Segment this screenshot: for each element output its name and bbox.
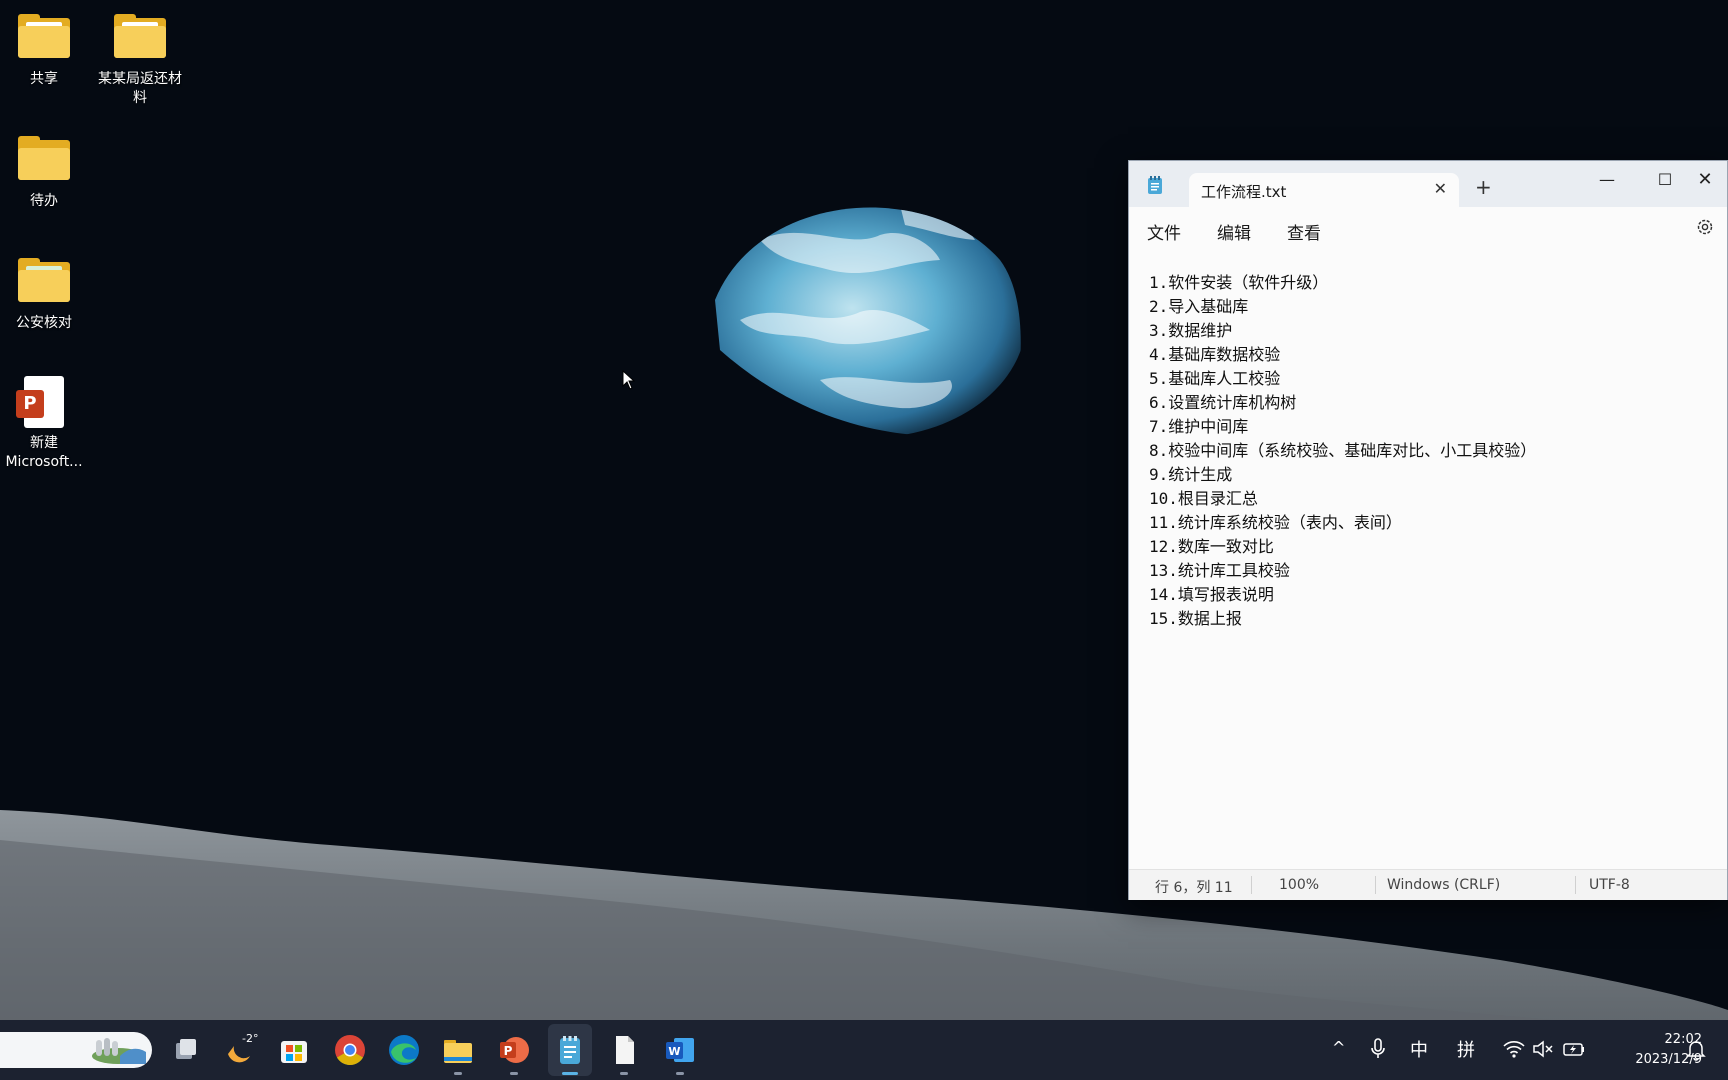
running-indicator — [454, 1072, 462, 1075]
chrome-icon[interactable] — [332, 1032, 368, 1068]
text-line: 13.统计库工具校验 — [1149, 561, 1290, 580]
desktop-icon-returned-materials-folder[interactable]: 某某局返还材料 — [92, 12, 188, 108]
minimize-button[interactable]: — — [1587, 167, 1627, 193]
text-line: 5.基础库人工校验 — [1149, 369, 1281, 388]
blank-file-icon[interactable] — [606, 1032, 642, 1068]
notification-bell-icon[interactable] — [1684, 1038, 1708, 1062]
task-view-icon[interactable] — [168, 1032, 204, 1068]
search-highlight-icon — [92, 1038, 146, 1064]
line-ending[interactable]: Windows (CRLF) — [1387, 877, 1500, 893]
menu-file[interactable]: 文件 — [1147, 219, 1181, 244]
tab-title: 工作流程.txt — [1201, 183, 1287, 201]
cursor-position: 行 6，列 11 — [1155, 880, 1233, 896]
text-line: 2.导入基础库 — [1149, 297, 1249, 316]
text-line: 9.统计生成 — [1149, 465, 1233, 484]
desktop-icon-shared-folder[interactable]: 共享 — [0, 12, 92, 89]
notepad-icon[interactable] — [552, 1032, 588, 1068]
desktop-icon-police-check-folder[interactable]: 公安核对 — [0, 256, 92, 333]
menu-bar: 文件 编辑 查看 — [1129, 207, 1727, 249]
wifi-icon[interactable] — [1503, 1040, 1525, 1058]
tab-close-icon[interactable]: ✕ — [1434, 179, 1447, 198]
mouse-cursor-icon — [622, 370, 636, 390]
powerpoint-file-icon: P — [16, 376, 72, 428]
battery-charging-icon[interactable] — [1562, 1040, 1586, 1058]
text-line: 15.数据上报 — [1149, 609, 1242, 628]
encoding[interactable]: UTF-8 — [1589, 877, 1630, 893]
file-explorer-icon[interactable] — [440, 1032, 476, 1068]
desktop-icon-todo-folder[interactable]: 待办 — [0, 134, 92, 211]
zoom-level[interactable]: 100% — [1279, 877, 1319, 893]
desktop-icon-label: 公安核对 — [16, 315, 72, 331]
text-line: 4.基础库数据校验 — [1149, 345, 1281, 364]
notepad-app-icon — [1148, 176, 1162, 194]
search-box[interactable] — [0, 1032, 152, 1068]
text-line: 7.维护中间库 — [1149, 417, 1249, 436]
text-line: 14.填写报表说明 — [1149, 585, 1274, 604]
status-bar: 行 6，列 11 100% Windows (CRLF) UTF-8 — [1129, 869, 1727, 900]
edge-icon[interactable] — [386, 1032, 422, 1068]
maximize-button[interactable]: ☐ — [1645, 167, 1685, 193]
new-tab-button[interactable]: + — [1475, 175, 1492, 199]
desktop-icon-label: 共享 — [30, 71, 58, 87]
ime-mode-indicator[interactable]: 拼 — [1457, 1036, 1475, 1062]
menu-edit[interactable]: 编辑 — [1217, 219, 1251, 244]
title-bar[interactable]: 工作流程.txt ✕ + — ☐ ✕ — [1129, 161, 1727, 207]
show-hidden-icons-chevron-icon[interactable]: ^ — [1332, 1038, 1345, 1057]
close-window-button[interactable]: ✕ — [1685, 167, 1725, 193]
svg-text:P: P — [504, 1044, 513, 1058]
status-divider — [1251, 876, 1252, 894]
powerpoint-icon[interactable]: P — [496, 1032, 532, 1068]
word-icon[interactable]: W — [662, 1032, 698, 1068]
ime-language-indicator[interactable]: 中 — [1410, 1036, 1428, 1062]
text-line: 10.根目录汇总 — [1149, 489, 1258, 508]
taskbar: -2° P W ^ 中 拼 22:02 2023/12/9 — [0, 1020, 1728, 1080]
text-line: 12.数库一致对比 — [1149, 537, 1274, 556]
text-line: 6.设置统计库机构树 — [1149, 393, 1297, 412]
folder-icon — [112, 12, 168, 64]
text-editor[interactable]: 1.软件安装（软件升级） 2.导入基础库 3.数据维护 4.基础库数据校验 5.… — [1149, 271, 1709, 831]
store-icon[interactable] — [276, 1032, 312, 1068]
menu-view[interactable]: 查看 — [1287, 219, 1321, 244]
active-indicator — [562, 1072, 578, 1075]
running-indicator — [676, 1072, 684, 1075]
weather-temperature: -2° — [242, 1032, 259, 1045]
folder-icon — [16, 134, 72, 186]
text-line: 3.数据维护 — [1149, 321, 1233, 340]
microphone-icon[interactable] — [1370, 1038, 1386, 1060]
text-line: 1.软件安装（软件升级） — [1149, 273, 1329, 292]
running-indicator — [510, 1072, 518, 1075]
svg-text:W: W — [668, 1045, 680, 1058]
status-divider — [1375, 876, 1376, 894]
desktop-icon-label: 新建 Microsoft... — [5, 435, 83, 470]
folder-icon — [16, 256, 72, 308]
volume-muted-icon[interactable] — [1532, 1040, 1554, 1058]
status-divider — [1575, 876, 1576, 894]
text-line: 8.校验中间库（系统校验、基础库对比、小工具校验） — [1149, 441, 1537, 460]
tab-worksheet[interactable]: 工作流程.txt ✕ — [1189, 173, 1459, 207]
settings-gear-icon[interactable] — [1695, 217, 1715, 237]
desktop-icon-new-pptx[interactable]: P 新建 Microsoft... — [0, 376, 92, 472]
folder-icon — [16, 12, 72, 64]
running-indicator — [620, 1072, 628, 1075]
text-line: 11.统计库系统校验（表内、表间） — [1149, 513, 1402, 532]
desktop-icon-label: 待办 — [30, 193, 58, 209]
desktop-icon-label: 某某局返还材料 — [98, 71, 182, 106]
notepad-window[interactable]: 工作流程.txt ✕ + — ☐ ✕ 文件 编辑 查看 1.软件安装（软件升级）… — [1128, 160, 1728, 900]
